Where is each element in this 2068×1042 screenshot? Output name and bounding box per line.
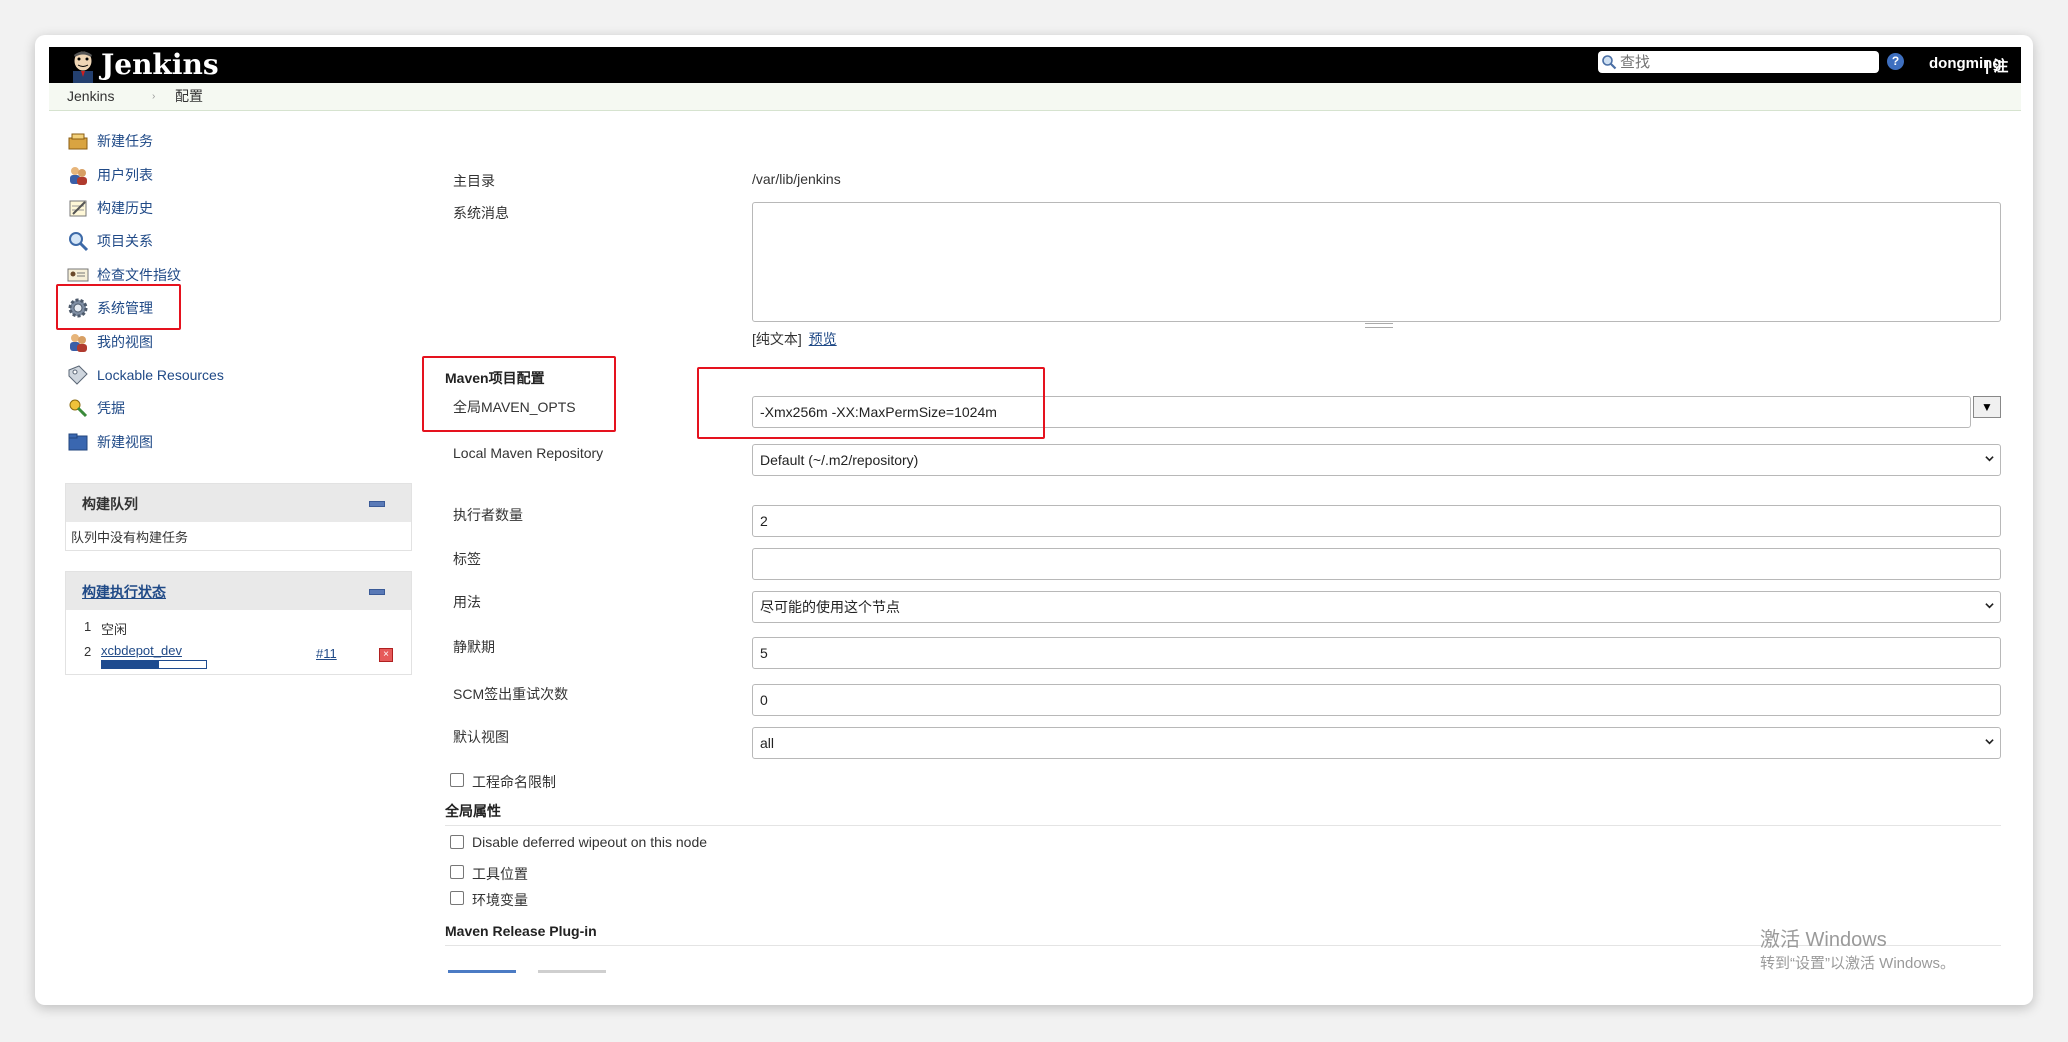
executor-row-index: 1 (84, 619, 92, 634)
tool-locations-label: 工具位置 (472, 866, 528, 882)
logout-link[interactable]: | 注 (1985, 55, 2008, 76)
disable-wipeout-label: Disable deferred wipeout on this node (472, 834, 708, 850)
build-queue-title[interactable]: 构建队列 (82, 494, 138, 514)
expand-textarea-button[interactable]: ▼ (1973, 396, 2001, 418)
system-message-label: 系统消息 (453, 205, 509, 221)
search-input[interactable] (1620, 51, 1870, 73)
notepad-icon (69, 200, 87, 217)
folder-icon (68, 433, 88, 451)
global-properties-title: 全局属性 (445, 803, 501, 819)
new-job-icon (68, 133, 88, 150)
lock-icon (68, 365, 88, 385)
project-naming-label: 工程命名限制 (472, 774, 556, 790)
local-repo-select[interactable]: Default (~/.m2/repository) (752, 444, 2001, 476)
executor-progress-bar[interactable] (101, 660, 207, 669)
default-view-selected: all (760, 735, 775, 751)
sidebar-item-label: 我的视图 (97, 334, 153, 350)
apply-button[interactable] (538, 970, 606, 973)
default-view-select[interactable]: all (752, 727, 2001, 759)
people-icon (70, 167, 87, 185)
app-name[interactable]: Jenkins (101, 49, 219, 81)
annotation-box-maven-section (422, 356, 616, 432)
scm-retry-label: SCM签出重试次数 (453, 686, 569, 702)
collapse-icon[interactable] (369, 501, 385, 507)
browser-window: Jenkins ? dongming | 注 Jenkins › 配置 新建任务… (35, 35, 2033, 1005)
executor-status-header: 构建执行状态 (66, 572, 411, 610)
project-naming-checkbox[interactable] (450, 773, 464, 787)
build-queue-header: 构建队列 (66, 484, 411, 522)
quiet-period-label: 静默期 (453, 639, 495, 655)
system-message-textarea[interactable] (752, 202, 2001, 322)
home-dir-value: /var/lib/jenkins (752, 171, 841, 187)
search-icon (1602, 55, 1617, 70)
maven-release-title: Maven Release Plug-in (445, 923, 597, 939)
section-divider (445, 825, 2001, 826)
executor-progress-fill (102, 661, 160, 668)
collapse-icon[interactable] (369, 589, 385, 595)
preview-link[interactable]: 预览 (809, 331, 837, 347)
jenkins-butler-icon[interactable] (69, 49, 97, 83)
default-view-label: 默认视图 (453, 729, 509, 745)
executor-row-index: 2 (84, 644, 92, 659)
sidebar-item-label: 新建视图 (97, 434, 153, 450)
annotation-box-maven-opts (697, 367, 1045, 439)
stop-build-icon[interactable]: × (379, 648, 393, 662)
top-header: Jenkins ? dongming | 注 (49, 47, 2021, 83)
breadcrumb-current[interactable]: 配置 (175, 83, 203, 110)
executor-build-link[interactable]: #11 (316, 646, 337, 661)
annotation-box-manage-jenkins (56, 284, 181, 330)
executor-job-link[interactable]: xcbdepot_dev (101, 643, 182, 658)
sidebar-item-label: 构建历史 (97, 200, 153, 216)
help-icon[interactable]: ? (1887, 53, 1904, 70)
executors-input[interactable]: 2 (752, 505, 2001, 537)
textarea-resize-handle[interactable] (1365, 323, 1393, 328)
sidebar-item-label: Lockable Resources (97, 367, 224, 383)
local-repo-selected: Default (~/.m2/repository) (760, 452, 919, 468)
chevron-down-icon (1985, 456, 1994, 462)
usage-selected: 尽可能的使用这个节点 (760, 599, 900, 615)
tool-locations-checkbox[interactable] (450, 865, 464, 879)
executor-status-panel: 构建执行状态 1 空闲 2 xcbdepot_dev #11 × (65, 571, 412, 675)
scm-retry-input[interactable]: 0 (752, 684, 2001, 716)
executors-label: 执行者数量 (453, 507, 523, 523)
disable-wipeout-checkbox[interactable] (450, 835, 464, 849)
chevron-down-icon (1985, 739, 1994, 745)
usage-select[interactable]: 尽可能的使用这个节点 (752, 591, 2001, 623)
local-repo-label: Local Maven Repository (453, 445, 604, 461)
env-vars-checkbox[interactable] (450, 891, 464, 905)
search-box[interactable] (1598, 51, 1879, 73)
sidebar-item-label: 项目关系 (97, 233, 153, 249)
breadcrumb-separator-icon: › (152, 91, 156, 102)
activation-watermark-subtitle: 转到“设置”以激活 Windows。 (1760, 955, 1956, 972)
usage-label: 用法 (453, 594, 481, 610)
save-button[interactable] (448, 970, 516, 973)
build-queue-empty-text: 队列中没有构建任务 (71, 530, 189, 545)
sidebar-item-label: 新建任务 (97, 133, 153, 149)
labels-label: 标签 (453, 551, 481, 567)
executor-status-title[interactable]: 构建执行状态 (82, 582, 166, 602)
fingerprint-icon (67, 268, 89, 282)
markup-format-text: [纯文本] (752, 331, 802, 347)
home-dir-label: 主目录 (453, 173, 495, 189)
breadcrumb: Jenkins › 配置 (49, 83, 2021, 111)
breadcrumb-home[interactable]: Jenkins (67, 83, 114, 110)
user-icon (70, 334, 87, 352)
search-icon (69, 232, 89, 252)
sidebar-item-label: 凭据 (97, 400, 125, 416)
env-vars-label: 环境变量 (472, 892, 528, 908)
sidebar-item-label: 用户列表 (97, 167, 153, 183)
quiet-period-input[interactable]: 5 (752, 637, 2001, 669)
markup-format-label: [纯文本] 预览 (752, 329, 837, 349)
activation-watermark-title: 激活 Windows (1760, 929, 1887, 951)
labels-input[interactable] (752, 548, 2001, 580)
chevron-down-icon (1985, 603, 1994, 609)
build-queue-panel: 构建队列 队列中没有构建任务 (65, 483, 412, 551)
executor-idle-status: 空闲 (101, 622, 128, 637)
credentials-icon (69, 399, 88, 418)
